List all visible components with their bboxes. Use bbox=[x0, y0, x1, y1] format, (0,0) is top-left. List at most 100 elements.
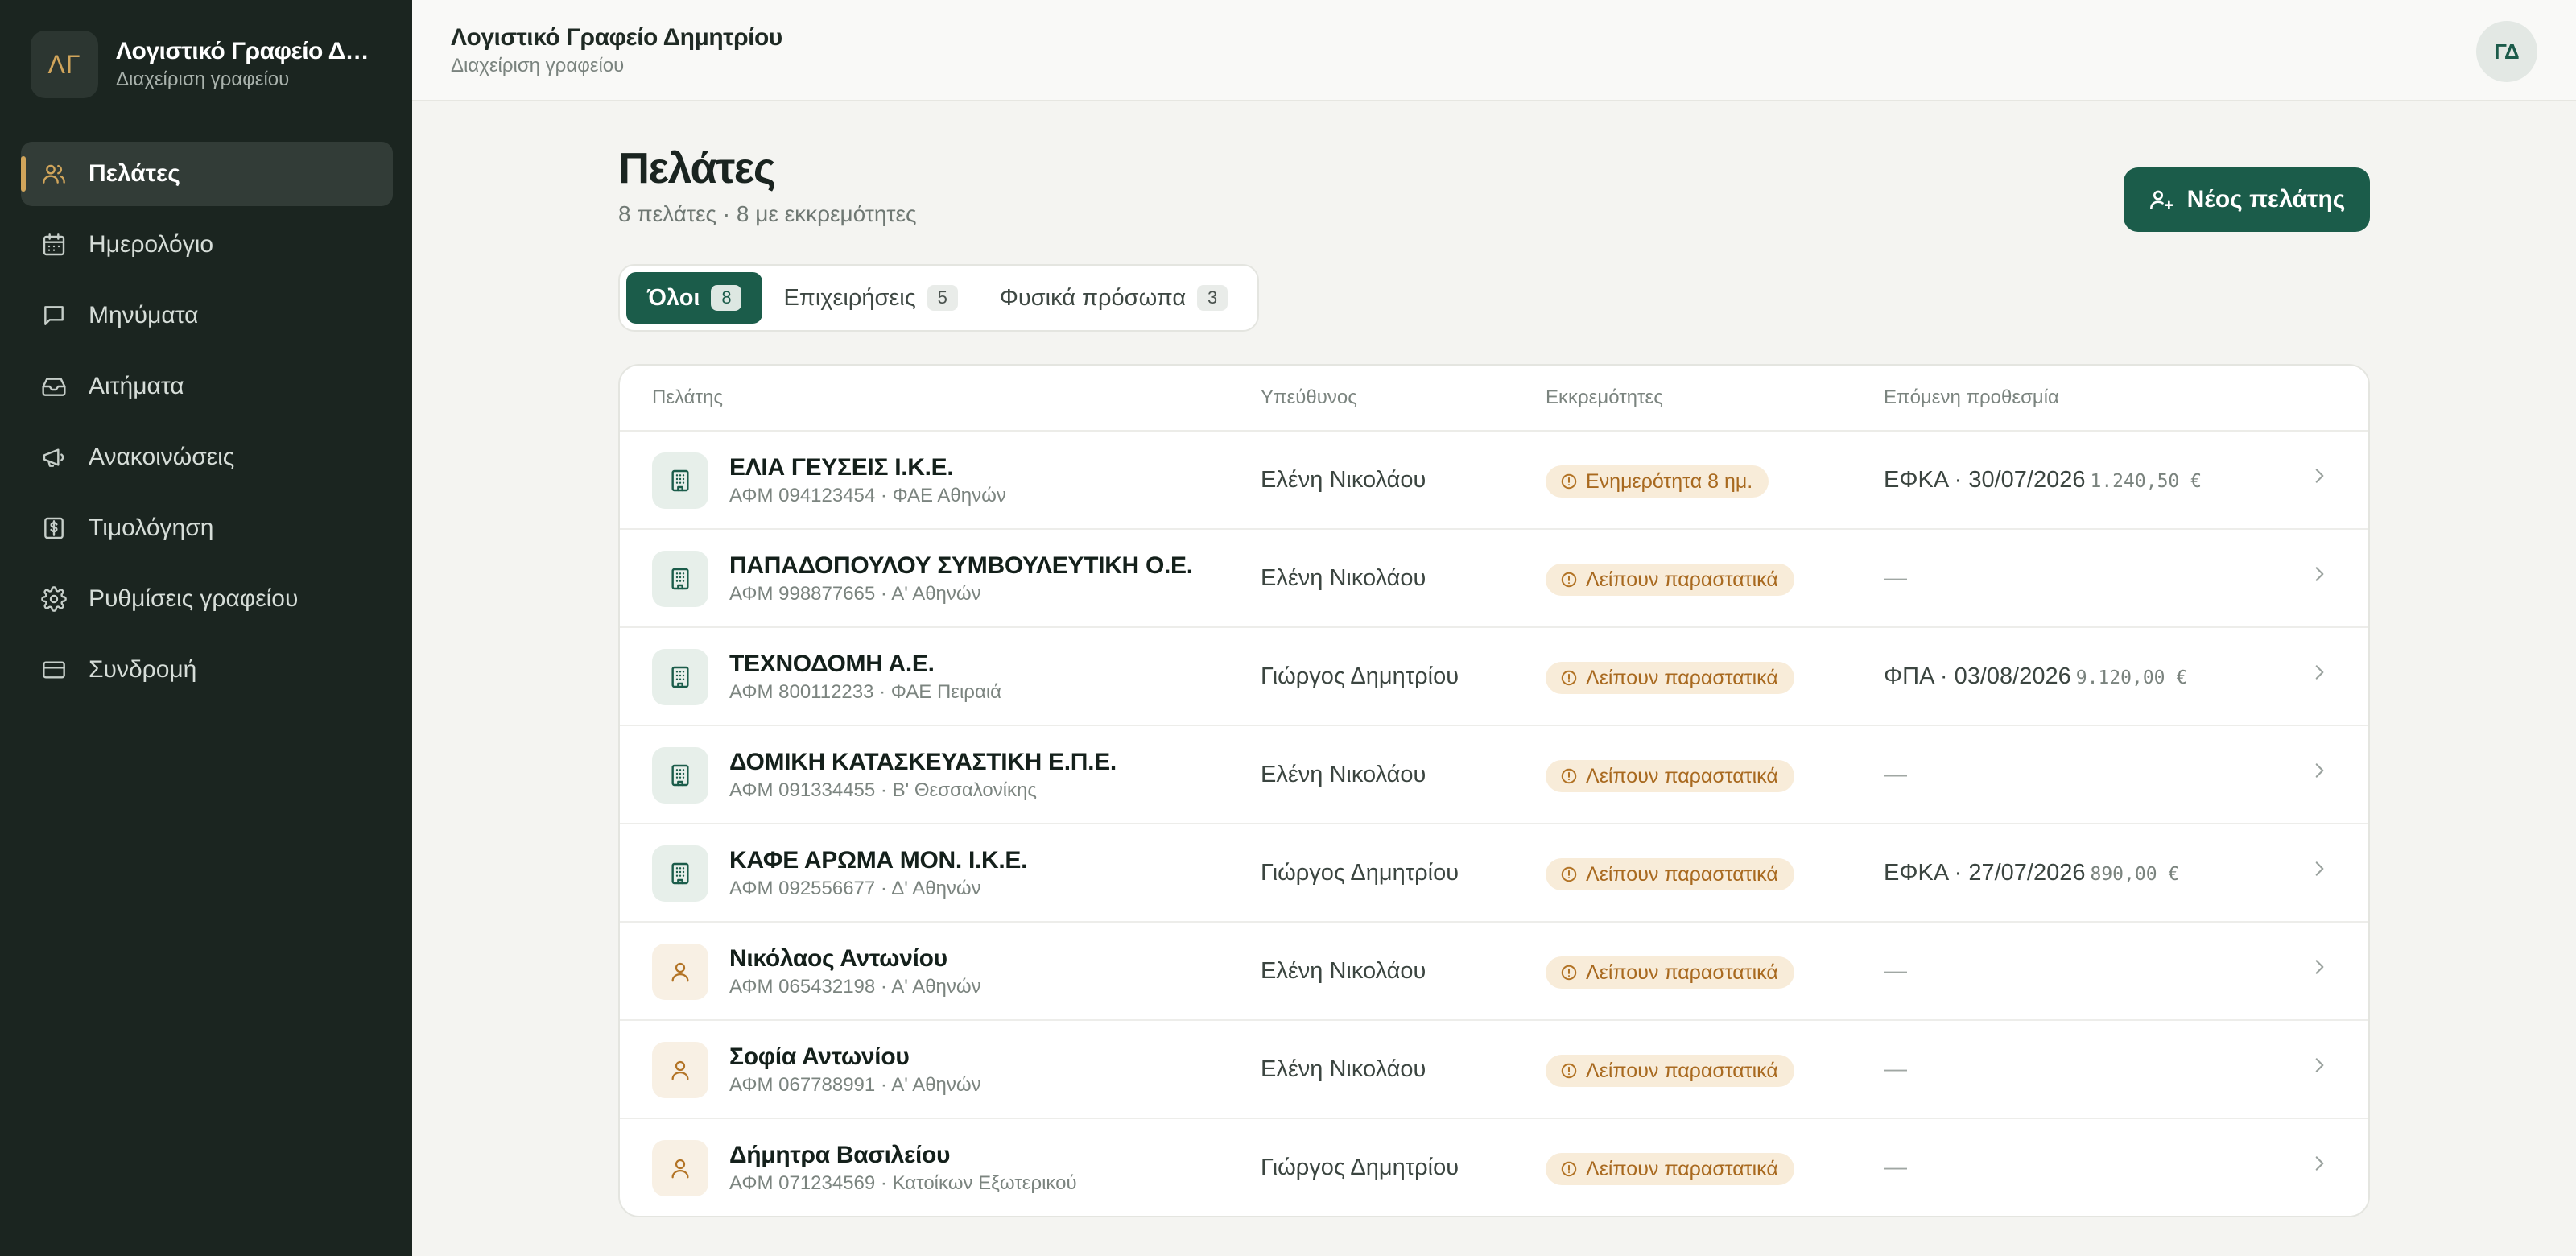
tab-count: 5 bbox=[927, 285, 958, 311]
next-deadline: — bbox=[1884, 565, 1907, 592]
tab-all[interactable]: Όλοι 8 bbox=[626, 272, 763, 324]
users-icon bbox=[40, 160, 68, 188]
table-row[interactable]: ΤΕΧΝΟΔΟΜΗ Α.Ε. ΑΦΜ 800112233 · ΦΑΕ Πειραι… bbox=[620, 628, 2368, 726]
client-owner: Ελένη Νικολάου bbox=[1261, 565, 1426, 591]
deadline-label: — bbox=[1884, 1155, 1907, 1180]
sidebar-item-messages[interactable]: Μηνύματα bbox=[21, 283, 393, 348]
status-badge: Λείπουν παραστατικά bbox=[1546, 858, 1794, 890]
person-icon bbox=[652, 1140, 708, 1196]
credit-card-icon bbox=[40, 656, 68, 684]
status-badge-label: Λείπουν παραστατικά bbox=[1586, 666, 1778, 689]
deadline-label: — bbox=[1884, 762, 1907, 787]
calendar-icon bbox=[40, 231, 68, 258]
alert-icon bbox=[1560, 571, 1586, 589]
client-meta: ΑΦΜ 067788991 · Α' Αθηνών bbox=[729, 1074, 981, 1096]
status-badge: Λείπουν παραστατικά bbox=[1546, 662, 1794, 694]
table-row[interactable]: ΔΟΜΙΚΗ ΚΑΤΑΣΚΕΥΑΣΤΙΚΗ Ε.Π.Ε. ΑΦΜ 09133445… bbox=[620, 726, 2368, 824]
alert-icon bbox=[1560, 473, 1586, 490]
table-row[interactable]: ΕΛΙΑ ΓΕΥΣΕΙΣ Ι.Κ.Ε. ΑΦΜ 094123454 · ΦΑΕ Α… bbox=[620, 432, 2368, 530]
status-badge: Λείπουν παραστατικά bbox=[1546, 1055, 1794, 1087]
client-meta: ΑΦΜ 800112233 · ΦΑΕ Πειραιά bbox=[729, 681, 1002, 703]
chevron-right-icon[interactable] bbox=[2309, 956, 2330, 981]
sidebar-item-label: Ανακοινώσεις bbox=[89, 444, 235, 470]
status-badge: Λείπουν παραστατικά bbox=[1546, 564, 1794, 596]
client-meta: ΑΦΜ 071234569 · Κατοίκων Εξωτερικού bbox=[729, 1172, 1077, 1194]
building-icon bbox=[652, 452, 708, 509]
chevron-right-icon[interactable] bbox=[2309, 465, 2330, 490]
gear-icon bbox=[40, 585, 68, 613]
next-deadline: — bbox=[1884, 762, 1907, 788]
next-deadline: — bbox=[1884, 1056, 1907, 1083]
person-icon bbox=[652, 1042, 708, 1098]
tab-businesses[interactable]: Επιχειρήσεις 5 bbox=[762, 272, 978, 324]
building-icon bbox=[652, 649, 708, 705]
alert-icon bbox=[1560, 669, 1586, 687]
building-icon bbox=[652, 747, 708, 804]
chevron-right-icon[interactable] bbox=[2309, 1055, 2330, 1080]
deadline-amount: 1.240,50 € bbox=[2090, 471, 2202, 492]
table-row[interactable]: Νικόλαος Αντωνίου ΑΦΜ 065432198 · Α' Αθην… bbox=[620, 923, 2368, 1021]
tab-label: Φυσικά πρόσωπα bbox=[999, 284, 1187, 311]
client-name: Σοφία Αντωνίου bbox=[729, 1043, 910, 1070]
deadline-label: — bbox=[1884, 958, 1907, 984]
column-header-owner: Υπεύθυνος bbox=[1261, 386, 1357, 408]
table-row[interactable]: Σοφία Αντωνίου ΑΦΜ 067788991 · Α' Αθηνών Ε… bbox=[620, 1021, 2368, 1119]
sidebar-item-label: Μηνύματα bbox=[89, 302, 199, 328]
client-name: Δήμητρα Βασιλείου bbox=[729, 1142, 951, 1168]
deadline-label: ΕΦΚΑ · 27/07/2026 bbox=[1884, 860, 2086, 886]
table-row[interactable]: ΚΑΦΕ ΑΡΩΜΑ ΜΟΝ. Ι.Κ.Ε. ΑΦΜ 092556677 · Δ'… bbox=[620, 824, 2368, 923]
sidebar-item-label: Ρυθμίσεις γραφείου bbox=[89, 585, 299, 612]
sidebar-item-clients[interactable]: Πελάτες bbox=[21, 142, 393, 206]
user-avatar[interactable]: ΓΔ bbox=[2476, 21, 2537, 82]
deadline-amount: 890,00 € bbox=[2090, 864, 2180, 885]
client-owner: Ελένη Νικολάου bbox=[1261, 467, 1426, 493]
column-header-client: Πελάτης bbox=[652, 386, 723, 408]
chevron-right-icon[interactable] bbox=[2309, 858, 2330, 883]
deadline-label: ΦΠΑ · 03/08/2026 bbox=[1884, 663, 2071, 689]
client-owner: Γιώργος Δημητρίου bbox=[1261, 1155, 1459, 1180]
table-row[interactable]: Δήμητρα Βασιλείου ΑΦΜ 071234569 · Κατοίκω… bbox=[620, 1119, 2368, 1216]
page-subtitle: 8 πελάτες · 8 με εκκρεμότητες bbox=[618, 201, 917, 226]
sidebar: ΛΓ Λογιστικό Γραφείο Δημ... Διαχείριση γ… bbox=[0, 0, 412, 1256]
chevron-right-icon[interactable] bbox=[2309, 564, 2330, 589]
chevron-right-icon[interactable] bbox=[2309, 1153, 2330, 1178]
sidebar-item-label: Πελάτες bbox=[89, 160, 180, 187]
inbox-icon bbox=[40, 373, 68, 400]
clients-table: Πελάτης Υπεύθυνος Εκκρεμότητες Επόμενη π… bbox=[618, 364, 2370, 1217]
new-client-button[interactable]: Νέος πελάτης bbox=[2124, 167, 2370, 232]
sidebar-item-announcements[interactable]: Ανακοινώσεις bbox=[21, 425, 393, 490]
brand[interactable]: ΛΓ Λογιστικό Γραφείο Δημ... Διαχείριση γ… bbox=[31, 31, 374, 98]
sidebar-nav: Πελάτες Ημερολόγιο Μηνύματα Αιτήματα Ανα… bbox=[21, 142, 393, 709]
column-header-pending: Εκκρεμότητες bbox=[1546, 386, 1663, 408]
message-icon bbox=[40, 302, 68, 329]
brand-name: Λογιστικό Γραφείο Δημ... bbox=[116, 38, 374, 64]
tab-individuals[interactable]: Φυσικά πρόσωπα 3 bbox=[979, 272, 1249, 324]
status-badge-label: Λείπουν παραστατικά bbox=[1586, 1157, 1778, 1180]
sidebar-item-subscription[interactable]: Συνδρομή bbox=[21, 638, 393, 702]
megaphone-icon bbox=[40, 444, 68, 471]
client-name: Νικόλαος Αντωνίου bbox=[729, 945, 947, 972]
sidebar-item-label: Συνδρομή bbox=[89, 656, 197, 683]
chevron-right-icon[interactable] bbox=[2309, 760, 2330, 785]
status-badge-label: Λείπουν παραστατικά bbox=[1586, 862, 1778, 886]
status-badge: Λείπουν παραστατικά bbox=[1546, 1153, 1794, 1185]
sidebar-item-requests[interactable]: Αιτήματα bbox=[21, 354, 393, 419]
status-badge: Ενημερότητα 8 ημ. bbox=[1546, 465, 1769, 498]
client-name: ΔΟΜΙΚΗ ΚΑΤΑΣΚΕΥΑΣΤΙΚΗ Ε.Π.Ε. bbox=[729, 749, 1117, 775]
deadline-amount: 9.120,00 € bbox=[2075, 667, 2188, 688]
table-row[interactable]: ΠΑΠΑΔΟΠΟΥΛΟΥ ΣΥΜΒΟΥΛΕΥΤΙΚΗ Ο.Ε. ΑΦΜ 99887… bbox=[620, 530, 2368, 628]
client-name: ΕΛΙΑ ΓΕΥΣΕΙΣ Ι.Κ.Ε. bbox=[729, 454, 954, 481]
tab-count: 8 bbox=[711, 285, 742, 311]
building-icon bbox=[652, 845, 708, 902]
client-meta: ΑΦΜ 065432198 · Α' Αθηνών bbox=[729, 976, 981, 998]
tab-count: 3 bbox=[1197, 285, 1228, 311]
new-client-label: Νέος πελάτης bbox=[2186, 186, 2346, 213]
sidebar-item-office-settings[interactable]: Ρυθμίσεις γραφείου bbox=[21, 567, 393, 631]
building-icon bbox=[652, 551, 708, 607]
alert-icon bbox=[1560, 1062, 1586, 1080]
sidebar-item-billing[interactable]: Τιμολόγηση bbox=[21, 496, 393, 560]
chevron-right-icon[interactable] bbox=[2309, 662, 2330, 687]
brand-logo: ΛΓ bbox=[31, 31, 98, 98]
deadline-label: ΕΦΚΑ · 30/07/2026 bbox=[1884, 467, 2086, 493]
sidebar-item-calendar[interactable]: Ημερολόγιο bbox=[21, 213, 393, 277]
